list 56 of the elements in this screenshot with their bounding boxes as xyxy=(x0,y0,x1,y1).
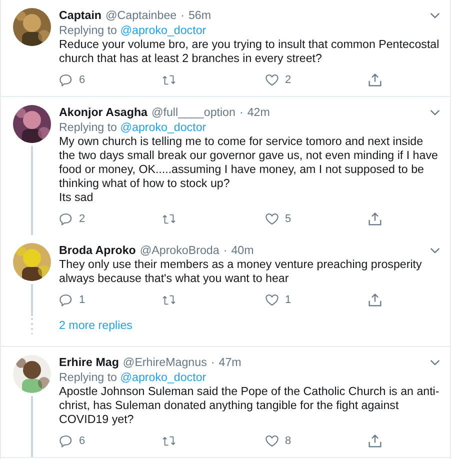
retweet-icon[interactable] xyxy=(162,434,176,448)
share-icon[interactable] xyxy=(368,212,382,226)
separator-dot: · xyxy=(223,243,228,258)
like-count: 8 xyxy=(285,435,292,447)
reply-count: 6 xyxy=(79,74,86,86)
separator-dot: · xyxy=(239,105,244,120)
share-icon[interactable] xyxy=(368,434,382,448)
tweet-text: Reduce your volume bro, are you trying to insult that common Pentecostal church that has at least 2 branches in every street? xyxy=(59,38,440,66)
user-handle[interactable]: @Captainbee xyxy=(106,8,177,23)
user-handle[interactable]: @ErhireMagnus xyxy=(122,355,207,370)
share-icon[interactable] xyxy=(368,73,382,87)
heart-icon[interactable] xyxy=(265,73,279,87)
mention-link[interactable]: @aproko_doctor xyxy=(120,121,206,134)
replying-label: Replying to xyxy=(59,371,118,384)
like-count: 1 xyxy=(285,294,292,306)
reply-count: 2 xyxy=(79,213,86,225)
timestamp[interactable]: 56m xyxy=(188,8,212,23)
user-name[interactable]: Akonjor Asagha xyxy=(59,105,148,120)
heart-icon[interactable] xyxy=(265,293,279,307)
replying-label: Replying to xyxy=(59,24,118,37)
timestamp[interactable]: 47m xyxy=(218,355,242,370)
retweet-icon[interactable] xyxy=(162,212,176,226)
retweet-icon[interactable] xyxy=(162,73,176,87)
reply-icon[interactable] xyxy=(59,212,73,226)
tweet-text: My own church is telling me to come for service tomoro and next inside the two days small break our governor gave us, not even minding if I have food or money, OK.....assuming I have money, am I not supposed to be thinking what of how to stock up? xyxy=(59,135,439,191)
tweet-text: They only use their members as a money venture preaching prosperity always because that's what you want to hear xyxy=(59,258,423,286)
chevron-icon[interactable] xyxy=(430,12,440,19)
separator-dot: · xyxy=(180,8,184,23)
timestamp[interactable]: 42m xyxy=(247,105,270,120)
share-icon[interactable] xyxy=(368,293,382,307)
reply-icon[interactable] xyxy=(59,434,73,448)
chevron-icon[interactable] xyxy=(430,247,440,254)
reply-count: 1 xyxy=(79,294,86,306)
mention-link[interactable]: @aproko_doctor xyxy=(120,24,206,37)
user-handle[interactable]: @AprokoBroda xyxy=(140,243,220,258)
user-name[interactable]: Captain xyxy=(59,8,102,23)
like-count: 2 xyxy=(285,74,292,86)
reply-icon[interactable] xyxy=(59,73,73,87)
chevron-icon[interactable] xyxy=(430,109,440,116)
like-count: 5 xyxy=(285,213,292,225)
replying-label: Replying to xyxy=(59,121,118,134)
heart-icon[interactable] xyxy=(265,212,279,226)
timestamp[interactable]: 40m xyxy=(231,243,254,258)
more-replies-link[interactable]: 2 more replies xyxy=(59,318,132,334)
tweet-text: Its sad xyxy=(59,191,94,205)
heart-icon[interactable] xyxy=(265,434,279,448)
tweet-text: Apostle Johnson Suleman said the Pope of the Catholic Church is an anti-christ, has Suleman donated anything tangible for the fight against COVID19 yet? xyxy=(59,385,440,427)
chevron-icon[interactable] xyxy=(430,359,440,366)
separator-dot: · xyxy=(210,355,215,370)
mention-link[interactable]: @aproko_doctor xyxy=(120,371,206,384)
retweet-icon[interactable] xyxy=(162,293,176,307)
user-handle[interactable]: @full____option xyxy=(151,105,236,120)
reply-count: 6 xyxy=(79,435,86,447)
reply-icon[interactable] xyxy=(59,293,73,307)
user-name[interactable]: Erhire Mag xyxy=(59,355,119,370)
user-name[interactable]: Broda Aproko xyxy=(59,243,136,258)
